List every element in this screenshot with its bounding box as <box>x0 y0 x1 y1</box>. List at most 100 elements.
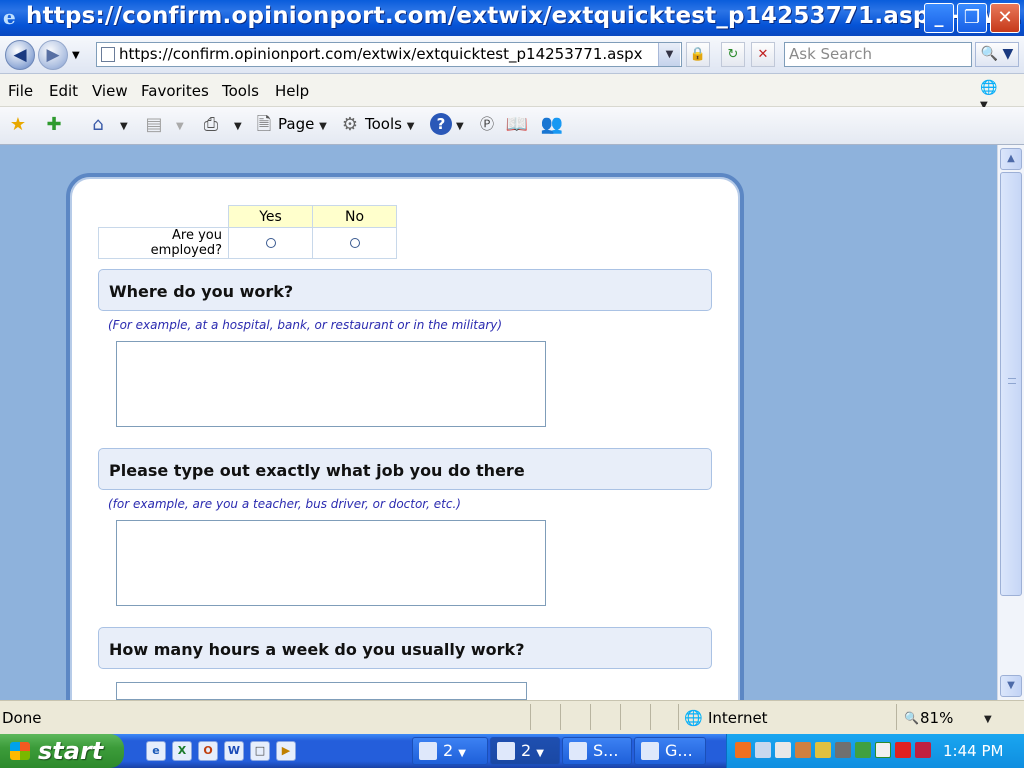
taskbar-word[interactable]: S... <box>562 737 632 765</box>
other-window-icon <box>641 742 659 760</box>
back-button[interactable]: ◀ <box>5 40 35 70</box>
tray-speaker-icon[interactable] <box>835 742 851 758</box>
messenger-book-icon[interactable]: 📖 <box>505 113 529 137</box>
tray-app-icon[interactable] <box>735 742 751 758</box>
menu-help[interactable]: Help <box>275 82 309 100</box>
workplace-textarea[interactable] <box>116 341 546 427</box>
translate-icon[interactable]: 🌐 ▼ <box>980 80 1004 111</box>
scroll-up-button[interactable]: ▲ <box>1000 148 1022 170</box>
print-icon[interactable]: ⎙ <box>199 113 223 137</box>
employed-no-radio[interactable] <box>349 238 360 248</box>
home-icon[interactable]: ⌂ <box>86 113 110 137</box>
taskbar-group-ie[interactable]: 2 ▼ <box>490 737 560 765</box>
add-favorites-icon[interactable]: ✚ <box>42 113 66 137</box>
refresh-icon[interactable]: ↻ <box>721 42 745 67</box>
minimize-button[interactable]: _ <box>924 3 954 33</box>
lock-icon[interactable]: 🔒 <box>686 42 710 67</box>
hours-input[interactable] <box>116 682 527 700</box>
clock[interactable]: 1:44 PM <box>943 742 1003 760</box>
grid-question-employed: Are you employed? <box>98 227 229 259</box>
tray-lock-icon[interactable] <box>775 742 791 758</box>
page-menu-icon: 🗎 <box>256 114 272 135</box>
quicklaunch-word-icon[interactable]: W <box>224 741 244 761</box>
favorites-star-icon[interactable]: ★ <box>6 113 30 137</box>
quicklaunch-media-icon[interactable]: ▶ <box>276 741 296 761</box>
internet-globe-icon: 🌐 <box>684 709 703 727</box>
address-url: https://confirm.opinionport.com/extwix/e… <box>119 45 643 63</box>
taskbar-word-label: S... <box>593 741 619 760</box>
status-bar: Done 🌐 Internet 🔍 81% ▼ <box>0 700 1024 734</box>
help-icon[interactable]: ? <box>430 113 452 135</box>
employed-yes-radio[interactable] <box>265 238 276 248</box>
window-title: https://confirm.opinionport.com/extwix/e… <box>26 3 1024 29</box>
question-header-hours: How many hours a week do you usually wor… <box>98 627 712 669</box>
security-zone: Internet <box>708 709 768 727</box>
taskbar-other-label: G... <box>665 741 693 760</box>
tools-menu-label: Tools <box>365 115 402 133</box>
word-window-icon <box>569 742 587 760</box>
close-button[interactable]: ✕ <box>990 3 1020 33</box>
tray-shield-icon[interactable] <box>815 742 831 758</box>
taskbar-group-explorer[interactable]: 2 ▼ <box>412 737 488 765</box>
tools-gear-icon: ⚙ <box>341 114 359 135</box>
zoom-icon: 🔍 <box>904 711 919 725</box>
feeds-icon[interactable]: ▤ <box>142 113 166 137</box>
messenger-people-icon[interactable]: 👥 <box>540 113 564 137</box>
address-toolbar: ◀ ▶ ▼ https://confirm.opinionport.com/ex… <box>0 36 1024 74</box>
taskbar-other[interactable]: G... <box>634 737 706 765</box>
question-header-workplace: Where do you work? <box>98 269 712 311</box>
tray-security-icon[interactable] <box>855 742 871 758</box>
print-dropdown-icon[interactable]: ▼ <box>234 121 242 132</box>
quicklaunch-ie-icon[interactable]: e <box>146 741 166 761</box>
history-dropdown-icon[interactable]: ▼ <box>72 50 80 61</box>
page-menu[interactable]: Page ▼ <box>278 115 327 133</box>
help-dropdown-icon[interactable]: ▼ <box>456 121 464 132</box>
page-menu-label: Page <box>278 115 315 133</box>
address-bar[interactable]: https://confirm.opinionport.com/extwix/e… <box>96 42 682 67</box>
forward-button[interactable]: ▶ <box>38 40 68 70</box>
quicklaunch-explorer-icon[interactable]: □ <box>250 741 270 761</box>
search-input[interactable]: Ask Search <box>784 42 972 67</box>
tray-antivirus-icon[interactable] <box>915 742 931 758</box>
scroll-thumb[interactable] <box>1000 172 1022 596</box>
question-title-workplace: Where do you work? <box>109 282 294 301</box>
command-bar: ★ ✚ ⌂ ▼ ▤ ▼ ⎙ ▼ 🗎 Page ▼ ⚙ Tools ▼ ? ▼ Ⓟ… <box>0 107 1024 145</box>
page-viewport: Yes No Are you employed? Where do you wo… <box>0 145 997 700</box>
windows-flag-icon <box>10 742 30 760</box>
tray-network-icon[interactable] <box>755 742 771 758</box>
employment-grid: Yes No Are you employed? <box>98 205 397 259</box>
page-icon <box>101 47 115 62</box>
tray-vnc-icon[interactable] <box>875 742 891 758</box>
menu-tools[interactable]: Tools <box>222 82 259 100</box>
zoom-level[interactable]: 81% <box>920 709 953 727</box>
menu-file[interactable]: File <box>8 82 33 100</box>
tray-n-icon[interactable] <box>895 742 911 758</box>
research-icon[interactable]: Ⓟ <box>475 113 499 137</box>
question-hint-job: (for example, are you a teacher, bus dri… <box>108 497 461 511</box>
search-button[interactable]: 🔍 ▼ <box>975 42 1019 67</box>
feeds-dropdown-icon[interactable]: ▼ <box>176 121 184 132</box>
vertical-scrollbar[interactable]: ▲ ▼ <box>997 145 1024 700</box>
menu-edit[interactable]: Edit <box>49 82 78 100</box>
quicklaunch-excel-icon[interactable]: X <box>172 741 192 761</box>
question-header-job: Please type out exactly what job you do … <box>98 448 712 490</box>
start-button[interactable]: start <box>0 734 124 768</box>
job-textarea[interactable] <box>116 520 546 606</box>
taskbar-group-ie-count: 2 <box>521 741 532 760</box>
system-tray: 1:44 PM <box>726 734 1024 768</box>
address-dropdown-icon[interactable]: ▼ <box>658 43 680 66</box>
taskbar: start e X O W □ ▶ 2 ▼ 2 ▼ S... G... 1:44… <box>0 734 1024 768</box>
menu-view[interactable]: View <box>92 82 128 100</box>
scroll-down-button[interactable]: ▼ <box>1000 675 1022 697</box>
quicklaunch-outlook-icon[interactable]: O <box>198 741 218 761</box>
home-dropdown-icon[interactable]: ▼ <box>120 121 128 132</box>
window-title-bar[interactable]: e https://confirm.opinionport.com/extwix… <box>0 0 1024 36</box>
tray-user-icon[interactable] <box>795 742 811 758</box>
grid-column-yes: Yes <box>228 205 313 228</box>
tools-menu[interactable]: Tools ▼ <box>365 115 414 133</box>
zoom-dropdown-icon[interactable]: ▼ <box>984 714 992 725</box>
maximize-button[interactable]: ❐ <box>957 3 987 33</box>
stop-icon[interactable]: ✕ <box>751 42 775 67</box>
ie-logo-icon: e <box>3 5 16 29</box>
menu-favorites[interactable]: Favorites <box>141 82 209 100</box>
